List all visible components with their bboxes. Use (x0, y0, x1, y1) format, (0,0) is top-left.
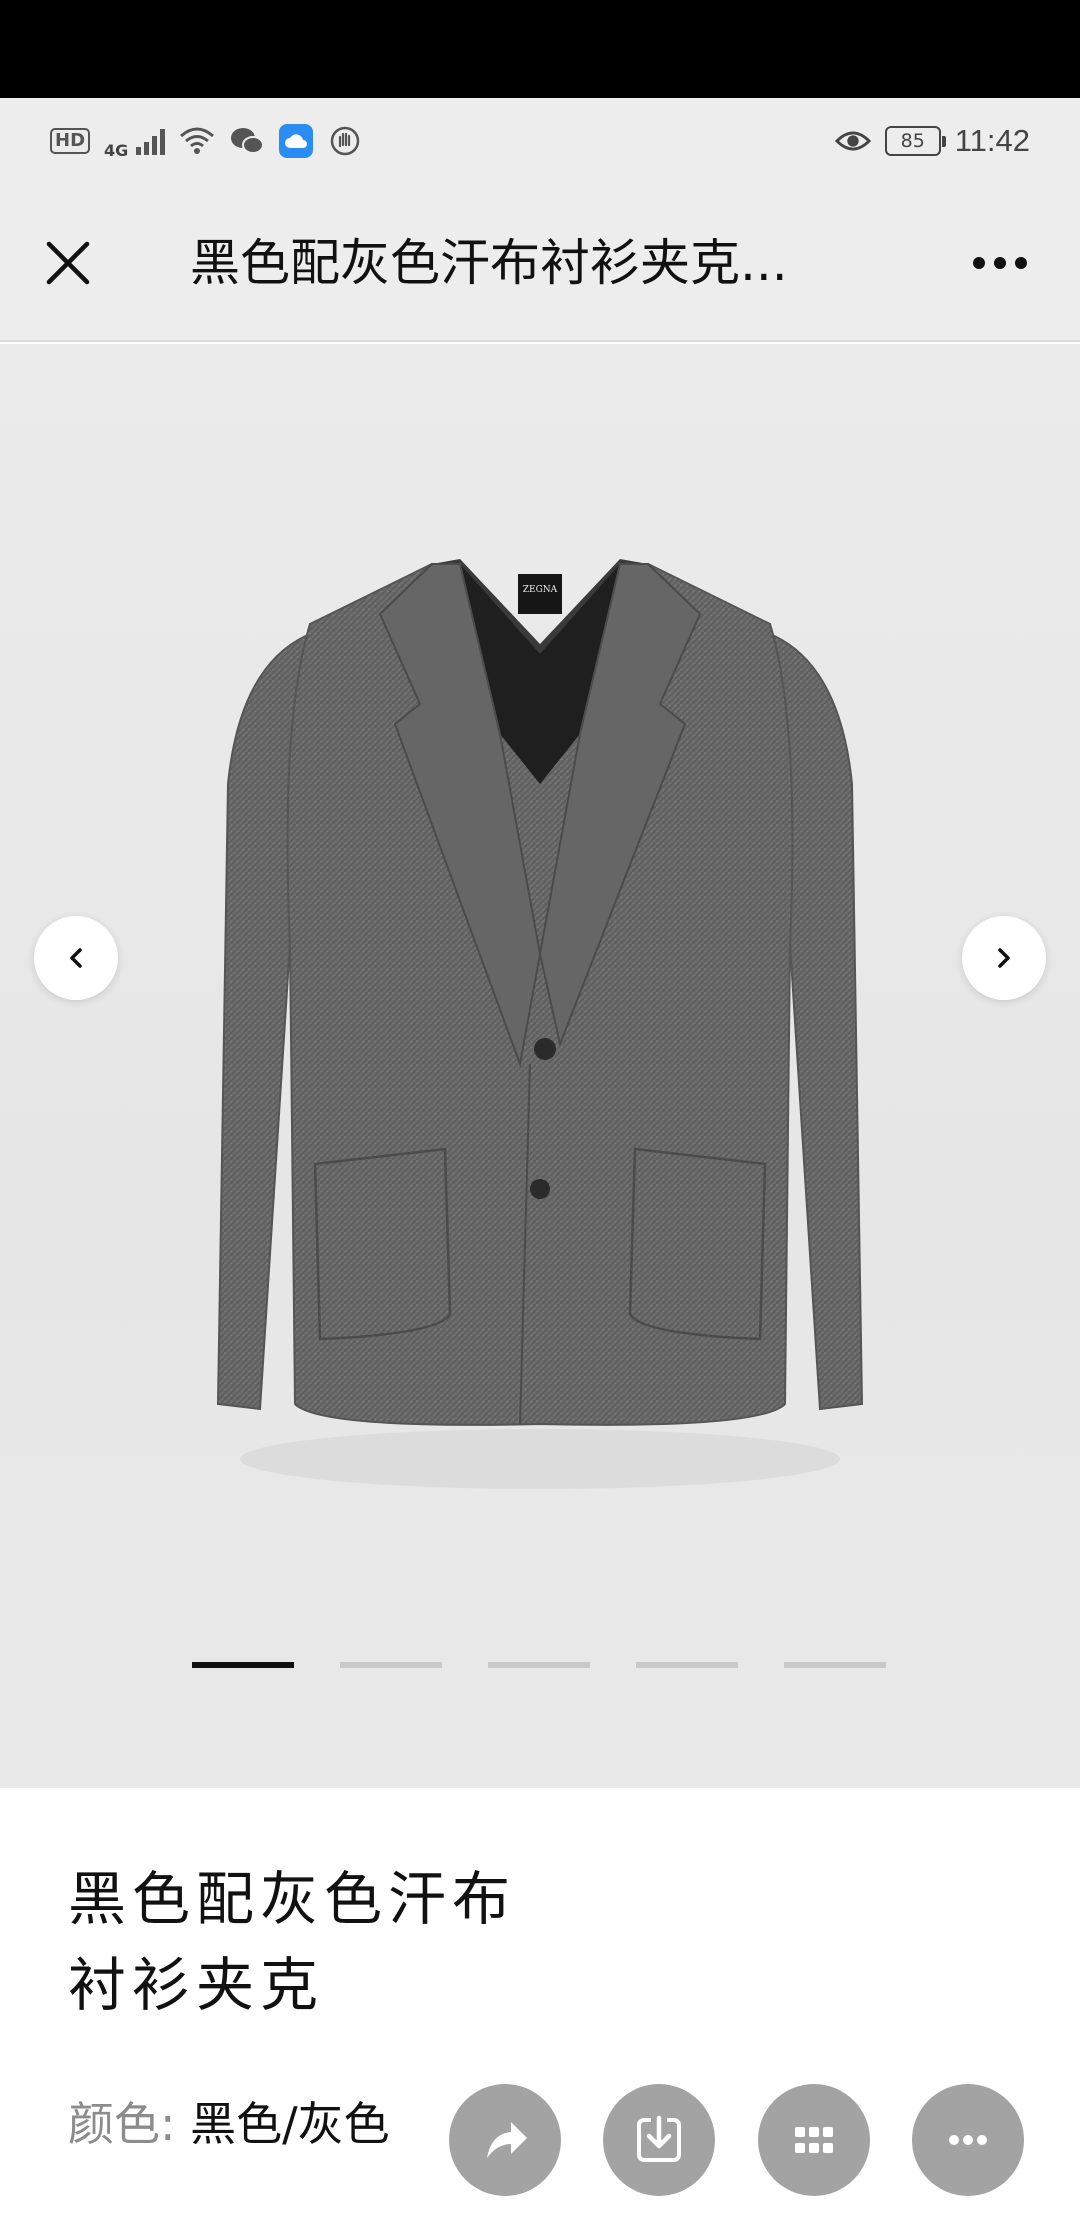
product-title-line: 衬衫夹克 (68, 1951, 325, 2019)
cloud-icon (279, 124, 314, 158)
more-actions-button[interactable] (912, 2084, 1024, 2196)
wifi-icon (179, 123, 215, 159)
wechat-icon (229, 123, 265, 159)
grid-icon (795, 2127, 833, 2153)
battery-indicator: 85 (884, 126, 946, 156)
product-image: ZEGNA (216, 559, 864, 1489)
product-title: 黑色配灰色汗布 衬衫夹克 (68, 1856, 588, 2028)
hand-icon (327, 123, 363, 159)
more-button[interactable] (960, 233, 1040, 293)
grid-button[interactable] (758, 2084, 870, 2196)
color-value: 黑色/灰色 (190, 2097, 390, 2151)
network-type: 4G (104, 140, 129, 160)
next-image-button[interactable] (962, 916, 1046, 1000)
color-row: 颜色: 黑色/灰色 (68, 2088, 390, 2154)
share-icon (487, 2122, 527, 2158)
top-black-bar (0, 0, 1080, 98)
more-icon-dot (994, 257, 1006, 269)
more-icon-dot (973, 257, 985, 269)
pager-indicator[interactable] (192, 1662, 294, 1668)
product-image-carousel[interactable]: ZEGNA (0, 344, 1080, 1788)
chevron-right-icon (998, 948, 1010, 968)
close-icon (46, 241, 90, 285)
page: HD 4G 85 11:42 黑色配灰色汗布衬衫夹克... ZEGNA 黑色配灰… (0, 0, 1080, 2223)
status-right: 85 11:42 (834, 123, 1030, 159)
download-icon (637, 2115, 681, 2162)
product-title-line: 黑色配灰色汗布 (68, 1865, 517, 1933)
eye-icon (834, 123, 871, 159)
prev-image-button[interactable] (34, 916, 118, 1000)
share-button[interactable] (449, 2084, 561, 2196)
pager-indicator[interactable] (636, 1662, 738, 1668)
status-left: HD 4G (50, 123, 363, 160)
signal-icon (136, 127, 166, 155)
pager-indicator[interactable] (340, 1662, 442, 1668)
status-bar: HD 4G 85 11:42 (0, 98, 1080, 184)
carousel-pager (192, 1662, 886, 1668)
download-button[interactable] (603, 2084, 715, 2196)
hd-badge: HD (50, 128, 91, 154)
pager-indicator[interactable] (488, 1662, 590, 1668)
page-title: 黑色配灰色汗布衬衫夹克... (190, 234, 788, 292)
color-label: 颜色: (68, 2097, 176, 2151)
clock: 11:42 (954, 123, 1030, 158)
more-icon-dot (1015, 257, 1027, 269)
brand-label: ZEGNA (523, 585, 558, 595)
more-horizontal-icon (949, 2135, 987, 2145)
close-button[interactable] (38, 233, 98, 293)
chevron-left-icon (70, 948, 82, 968)
pager-indicator[interactable] (784, 1662, 886, 1668)
nav-bar: 黑色配灰色汗布衬衫夹克... (0, 184, 1080, 342)
